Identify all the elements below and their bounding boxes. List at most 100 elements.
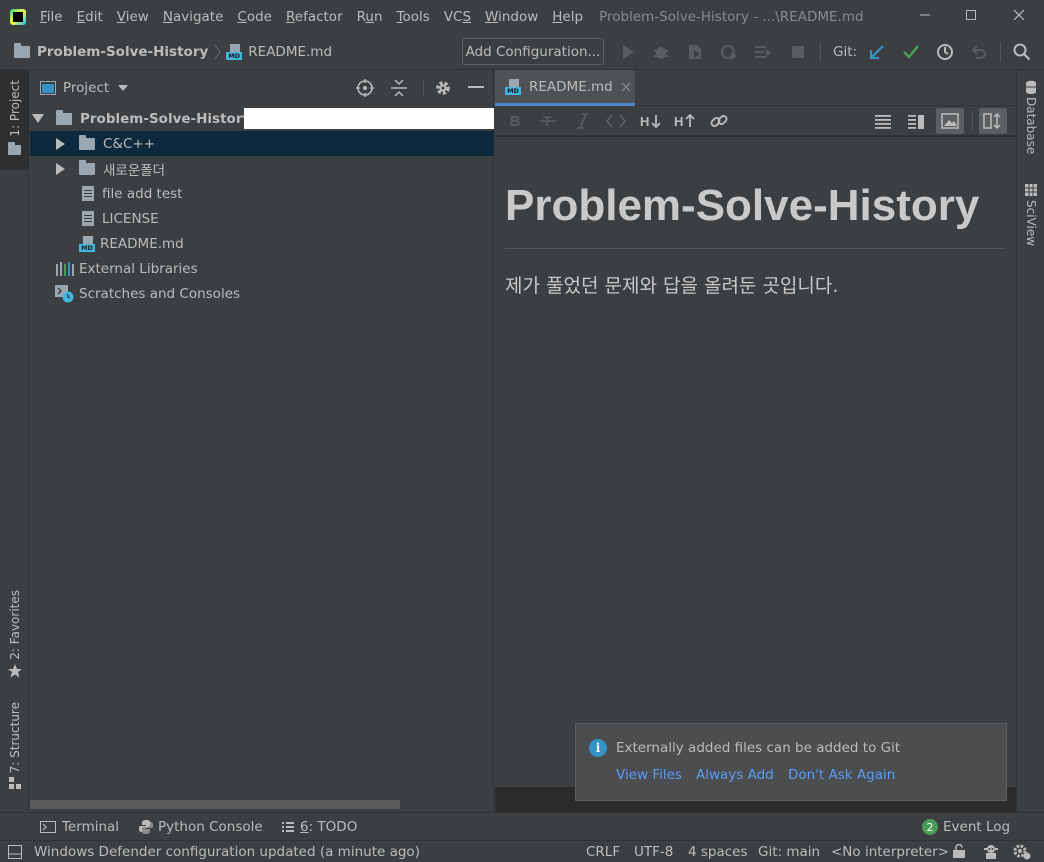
tree-item-label: LICENSE	[102, 210, 159, 227]
menu-help[interactable]: Help	[552, 9, 583, 25]
tool-tab-todo[interactable]: 6: TODO	[282, 819, 357, 835]
add-configuration-button[interactable]: Add Configuration...	[462, 38, 604, 65]
status-message[interactable]: Windows Defender configuration updated (…	[34, 844, 420, 860]
tool-tab-project[interactable]: 1: Project	[0, 70, 29, 170]
bold-button[interactable]: B	[507, 111, 523, 131]
expand-arrow-icon[interactable]	[32, 114, 44, 123]
menu-view-label: iew	[125, 9, 149, 25]
view-files-link[interactable]: View Files	[616, 767, 682, 783]
editor-only-button[interactable]	[872, 111, 894, 131]
collapse-all-icon[interactable]	[391, 79, 407, 97]
git-update-button[interactable]	[867, 42, 887, 62]
tool-tab-event-log-label: Event Log	[943, 819, 1011, 835]
scroll-sync-button[interactable]	[979, 108, 1007, 134]
minimize-button[interactable]	[902, 0, 948, 30]
svg-text:H: H	[640, 114, 649, 129]
debug-button[interactable]	[651, 42, 671, 62]
indent-widget[interactable]: 4 spaces	[688, 844, 748, 860]
tree-row-file[interactable]: LICENSE	[30, 206, 494, 231]
project-panel-header: Project	[30, 70, 493, 106]
encoding-widget[interactable]: UTF-8	[634, 844, 673, 860]
locate-file-icon[interactable]	[356, 79, 374, 97]
run-button[interactable]	[618, 42, 638, 62]
editor-and-preview-button[interactable]	[905, 111, 927, 131]
lock-icon[interactable]	[952, 844, 966, 859]
markdown-toolbar: B T H H	[495, 106, 1016, 136]
event-log-count-badge: 2	[922, 819, 938, 835]
close-icon[interactable]	[621, 82, 631, 92]
tree-row-file[interactable]: README.md	[30, 231, 494, 256]
menu-code[interactable]: Code	[237, 9, 272, 25]
split-view-icon	[908, 115, 924, 129]
tool-tab-python-console[interactable]: Python Console	[139, 819, 263, 835]
tool-tab-sciview[interactable]: SciView	[1017, 184, 1044, 246]
menu-code-label: ode	[246, 9, 272, 25]
code-button[interactable]	[606, 111, 626, 131]
menu-edit[interactable]: Edit	[77, 9, 103, 25]
tree-row-root[interactable]: Problem-Solve-History	[30, 106, 494, 131]
gear-icon[interactable]	[434, 79, 452, 97]
menu-help-mnemonic: H	[552, 9, 563, 25]
tree-row-folder[interactable]: C&C++	[30, 131, 494, 156]
profile-button[interactable]	[719, 42, 739, 62]
inspector-icon[interactable]	[983, 843, 999, 860]
tool-tab-terminal[interactable]: Terminal	[40, 819, 119, 835]
strikethrough-button[interactable]: T	[539, 111, 557, 131]
hide-panel-icon[interactable]	[468, 86, 484, 90]
tree-row-scratches[interactable]: Scratches and Consoles	[30, 281, 494, 306]
tree-root-label: Problem-Solve-History	[80, 110, 252, 127]
chevron-down-icon[interactable]	[118, 84, 129, 92]
git-commit-button[interactable]	[901, 42, 921, 62]
breadcrumb-project[interactable]: Problem-Solve-History	[14, 42, 208, 60]
menu-run[interactable]: Run	[357, 9, 383, 25]
menu-vcs[interactable]: VCS	[444, 9, 471, 25]
git-rollback-button[interactable]	[969, 42, 989, 62]
maximize-button[interactable]	[948, 0, 994, 30]
tree-row-folder[interactable]: 새로운폴더	[30, 156, 494, 181]
tool-tab-structure[interactable]: 7: Structure	[0, 702, 29, 802]
increase-heading-button[interactable]: H	[674, 111, 696, 131]
search-everywhere-button[interactable]	[1012, 42, 1032, 62]
git-branch-widget[interactable]: Git: main	[758, 844, 820, 860]
interpreter-widget[interactable]: <No interpreter>	[831, 844, 949, 860]
breadcrumb-file[interactable]: README.md	[226, 43, 332, 60]
close-window-button[interactable]	[996, 0, 1042, 30]
tree-item-label: External Libraries	[79, 260, 198, 277]
collapse-arrow-icon[interactable]	[56, 137, 65, 150]
stop-button[interactable]	[788, 42, 808, 62]
tool-tab-event-log[interactable]: 2 Event Log	[922, 819, 1010, 835]
tool-tab-favorites[interactable]: 2: Favorites	[0, 590, 29, 685]
terminal-icon	[40, 821, 56, 833]
dont-ask-again-link[interactable]: Don't Ask Again	[788, 767, 895, 783]
text-file-icon	[82, 186, 94, 201]
always-add-link[interactable]: Always Add	[696, 767, 774, 783]
menu-view[interactable]: View	[117, 9, 149, 25]
menu-help-label: elp	[562, 9, 584, 25]
run-with-coverage-button[interactable]	[685, 42, 705, 62]
tool-tab-database[interactable]: Database	[1017, 80, 1044, 154]
event-settings-icon[interactable]	[1012, 843, 1032, 860]
toggle-tool-windows-icon[interactable]	[8, 845, 22, 859]
decrease-heading-button[interactable]: H	[640, 111, 662, 131]
menu-refactor[interactable]: Refactor	[286, 9, 343, 25]
italic-button[interactable]	[575, 111, 591, 131]
tree-row-external-libraries[interactable]: External Libraries	[30, 256, 494, 281]
menu-window[interactable]: Window	[485, 9, 538, 25]
tree-row-file[interactable]: file add test	[30, 181, 494, 206]
preview-only-button[interactable]	[936, 108, 964, 134]
tab-readme[interactable]: README.md	[495, 70, 635, 106]
menu-file[interactable]: File	[40, 9, 63, 25]
git-history-button[interactable]	[935, 42, 955, 62]
concurrency-diagram-button[interactable]	[753, 42, 773, 62]
horizontal-scrollbar[interactable]	[30, 800, 400, 809]
project-panel-title[interactable]: Project	[63, 80, 109, 96]
heading-divider	[505, 248, 1005, 249]
menu-code-mnemonic: C	[237, 9, 247, 25]
line-separator-widget[interactable]: CRLF	[586, 844, 620, 860]
menu-edit-mnemonic: E	[76, 9, 86, 25]
collapse-arrow-icon[interactable]	[56, 162, 65, 175]
menu-navigate[interactable]: Navigate	[163, 9, 224, 25]
insert-link-button[interactable]	[709, 111, 729, 131]
project-tool-window: Project Problem-Solve-History C&C++ 새로운폴…	[30, 70, 494, 812]
menu-tools[interactable]: Tools	[397, 9, 430, 25]
